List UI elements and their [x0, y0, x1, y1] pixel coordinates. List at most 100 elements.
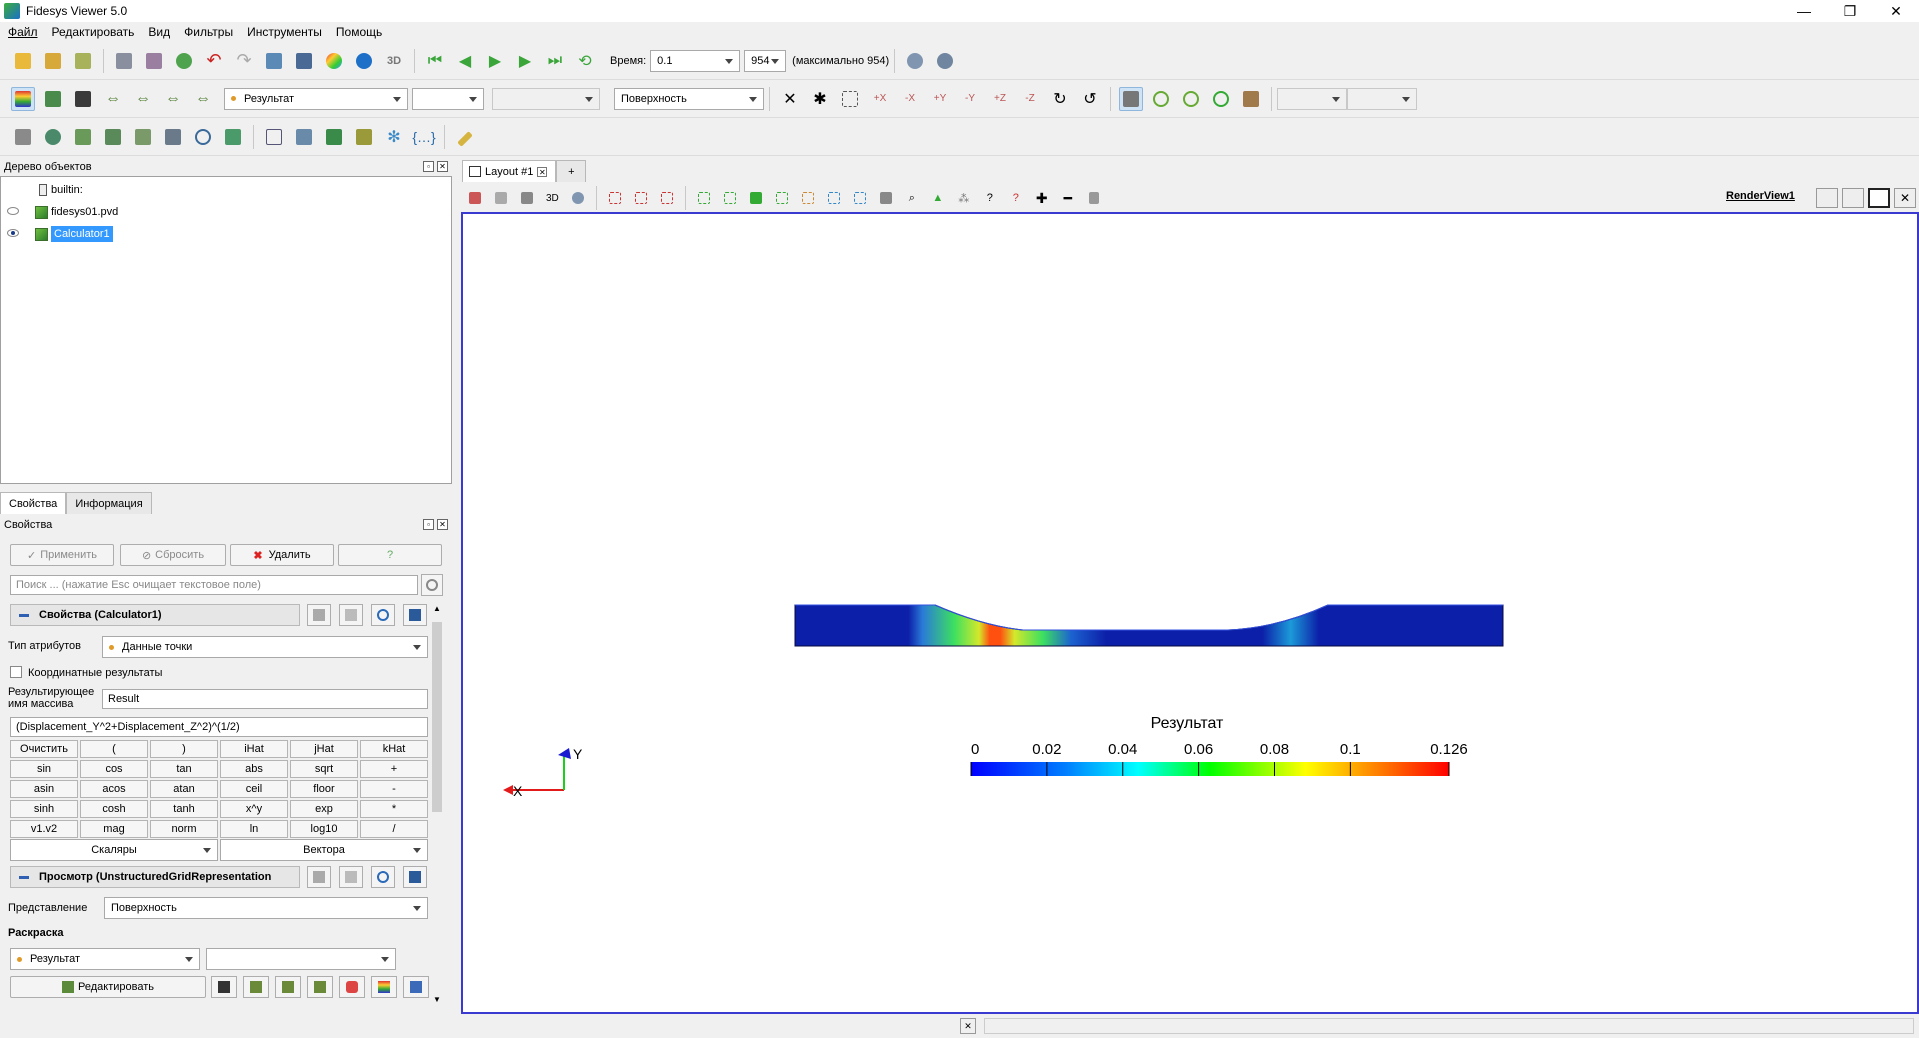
calc-key[interactable]: mag: [80, 820, 148, 838]
calc-key[interactable]: sin: [10, 760, 78, 778]
calc-key[interactable]: ): [150, 740, 218, 758]
render-view[interactable]: Результат 0 0.02 0.04 0.06 0.08 0.1 0.126 X Y: [461, 212, 1919, 1014]
restore-button[interactable]: ❐: [1827, 0, 1873, 22]
timestep-spinbox[interactable]: 954: [744, 49, 787, 72]
hover-cells-icon[interactable]: [850, 186, 870, 210]
view-minus-x-icon[interactable]: -X: [898, 87, 922, 111]
view-plus-z-icon[interactable]: +Z: [988, 87, 1012, 111]
calc-key[interactable]: atan: [150, 780, 218, 798]
close-panel-icon[interactable]: ✕: [437, 519, 448, 530]
refresh-icon[interactable]: [371, 604, 395, 626]
open-file-icon[interactable]: [41, 49, 65, 73]
close-panel-icon[interactable]: ✕: [437, 161, 448, 172]
menu-edit[interactable]: Редактировать: [52, 25, 135, 39]
trash-icon[interactable]: [1084, 186, 1104, 210]
calc-key[interactable]: log10: [290, 820, 358, 838]
paste-icon[interactable]: [339, 866, 363, 888]
points-icon[interactable]: ⁂: [954, 186, 974, 210]
undo-icon[interactable]: ↶: [202, 49, 226, 73]
section-calculator-properties[interactable]: Свойства (Calculator1): [10, 604, 300, 626]
scroll-up-icon[interactable]: ▲: [433, 604, 441, 613]
section-display-properties[interactable]: Просмотр (UnstructuredGridRepresentation: [10, 866, 300, 888]
search-input[interactable]: Поиск ... (нажатие Esc очищает текстовое…: [10, 575, 418, 595]
calc-key[interactable]: tan: [150, 760, 218, 778]
color-array-select[interactable]: Результат: [224, 87, 408, 110]
coloring-component-select[interactable]: [206, 948, 396, 970]
clock-icon[interactable]: [172, 49, 196, 73]
edit-colormap-button[interactable]: Редактировать: [10, 976, 206, 998]
float-icon[interactable]: ▫: [423, 161, 434, 172]
reset-camera-icon[interactable]: [465, 186, 485, 210]
reset-camera-closest-icon[interactable]: ✱: [808, 87, 832, 111]
contour-icon[interactable]: [41, 125, 65, 149]
select-points-icon[interactable]: [1179, 87, 1203, 111]
threed-toggle[interactable]: 3D: [546, 193, 559, 204]
rescale-visible-icon[interactable]: ⇔: [161, 87, 185, 111]
float-icon[interactable]: ▫: [423, 519, 434, 530]
settings-gear-icon[interactable]: [421, 574, 443, 596]
calc-key[interactable]: ceil: [220, 780, 288, 798]
menu-tools[interactable]: Инструменты: [247, 25, 322, 39]
camera-undo-icon[interactable]: [262, 49, 286, 73]
close-tab-icon[interactable]: ✕: [537, 166, 548, 177]
stream-tracer-icon[interactable]: [322, 125, 346, 149]
reset-button[interactable]: ⊘ Сбросить: [120, 544, 226, 566]
save-icon[interactable]: [403, 866, 427, 888]
previous-frame-icon[interactable]: ◀: [453, 49, 477, 73]
reset-camera-icon[interactable]: ✕: [778, 87, 802, 111]
ruler-icon[interactable]: [453, 125, 477, 149]
palette-icon[interactable]: [322, 49, 346, 73]
calc-key[interactable]: acos: [80, 780, 148, 798]
calc-key[interactable]: ln: [220, 820, 288, 838]
close-button[interactable]: ✕: [1873, 0, 1919, 22]
reset-range-icon[interactable]: [71, 87, 95, 111]
rescale-temporal-icon[interactable]: ⇔: [131, 87, 155, 111]
clip-icon[interactable]: [71, 125, 95, 149]
select-cells-icon[interactable]: [1149, 87, 1173, 111]
python-calculator-icon[interactable]: {…}: [412, 125, 436, 149]
calc-key[interactable]: cos: [80, 760, 148, 778]
calc-key[interactable]: v1.v2: [10, 820, 78, 838]
status-close-icon[interactable]: ✕: [960, 1018, 976, 1034]
interaction-mode-icon[interactable]: [1119, 86, 1143, 111]
menu-help[interactable]: Помощь: [336, 25, 382, 39]
menu-view[interactable]: Вид: [148, 25, 170, 39]
refresh-icon[interactable]: [371, 866, 395, 888]
select-cells-on-icon[interactable]: [605, 186, 625, 210]
screenshot-icon[interactable]: [517, 186, 537, 210]
split-horizontal-icon[interactable]: [1816, 188, 1838, 208]
grow-selection-icon[interactable]: [876, 186, 896, 210]
tab-properties[interactable]: Свойства: [0, 492, 67, 514]
warp-icon[interactable]: [221, 125, 245, 149]
extract-subset-icon[interactable]: [161, 125, 185, 149]
coloring-array-select[interactable]: Результат: [10, 948, 200, 970]
magnifier-icon[interactable]: ⌕: [902, 186, 922, 210]
menu-file[interactable]: Файл: [8, 25, 38, 39]
slice-icon[interactable]: [101, 125, 125, 149]
calc-key[interactable]: exp: [290, 800, 358, 818]
calc-key[interactable]: sinh: [10, 800, 78, 818]
calc-key[interactable]: *: [360, 800, 428, 818]
glyph-icon[interactable]: [191, 125, 215, 149]
view-minus-y-icon[interactable]: -Y: [958, 87, 982, 111]
calc-key[interactable]: floor: [290, 780, 358, 798]
scroll-down-icon[interactable]: ▼: [433, 995, 441, 1004]
view-minus-z-icon[interactable]: -Z: [1018, 87, 1042, 111]
calc-key[interactable]: +: [360, 760, 428, 778]
calc-key[interactable]: x^y: [220, 800, 288, 818]
triangle-icon[interactable]: ▲: [928, 186, 948, 210]
calc-key[interactable]: /: [360, 820, 428, 838]
vectors-select[interactable]: Вектора: [220, 839, 428, 861]
component-select[interactable]: [412, 87, 484, 110]
select-block-icon[interactable]: [746, 186, 766, 210]
calc-key[interactable]: jHat: [290, 740, 358, 758]
plus-icon[interactable]: ✚: [1032, 186, 1052, 210]
properties-scrollbar[interactable]: ▲ ▼: [430, 602, 444, 1006]
calc-key[interactable]: iHat: [220, 740, 288, 758]
camera-redo-icon[interactable]: [292, 49, 316, 73]
view-plus-x-icon[interactable]: +X: [868, 87, 892, 111]
probe-icon[interactable]: [352, 125, 376, 149]
calc-key[interactable]: asin: [10, 780, 78, 798]
help-button[interactable]: ?: [338, 544, 442, 566]
attribute-type-select[interactable]: Данные точки: [102, 636, 428, 658]
